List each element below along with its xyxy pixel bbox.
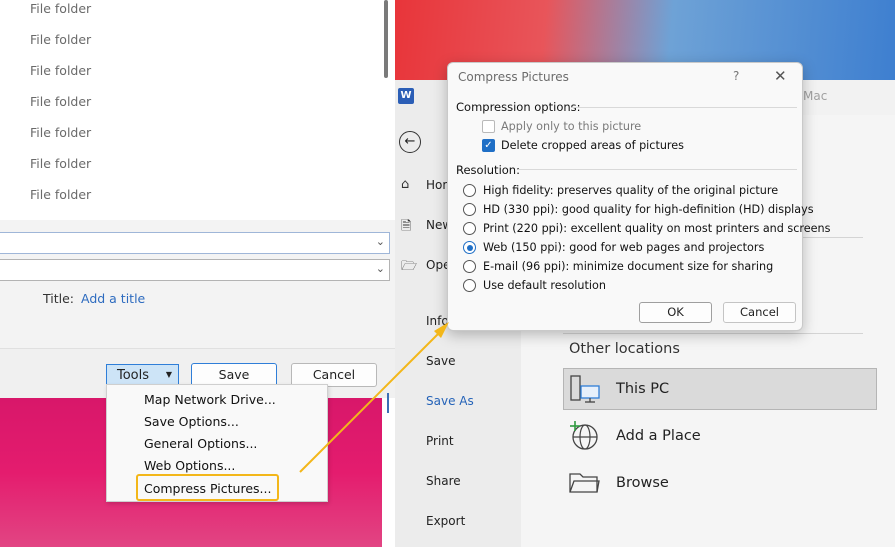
nav-item-info[interactable]: Info bbox=[426, 314, 449, 328]
dialog-title: Compress Pictures bbox=[458, 70, 569, 84]
cancel-button[interactable]: Cancel bbox=[723, 302, 796, 323]
home-icon: ⌂ bbox=[401, 177, 410, 192]
add-title-link[interactable]: Add a title bbox=[81, 291, 145, 306]
radio-hd[interactable] bbox=[463, 203, 476, 216]
list-item[interactable]: File folder bbox=[30, 156, 91, 171]
nav-item-save-as[interactable]: Save As bbox=[426, 394, 474, 408]
browse-label[interactable]: Browse bbox=[616, 475, 669, 491]
back-arrow-icon[interactable]: ← bbox=[399, 131, 421, 153]
ok-button[interactable]: OK bbox=[639, 302, 712, 323]
apply-only-checkbox[interactable] bbox=[482, 120, 495, 133]
compress-pictures-dialog: Compress Pictures ? ✕ Compression option… bbox=[447, 62, 830, 331]
radio-default[interactable] bbox=[463, 279, 476, 292]
list-item[interactable]: File folder bbox=[30, 125, 91, 140]
account-name: Mac bbox=[803, 89, 828, 103]
delete-cropped-label: Delete cropped areas of pictures bbox=[501, 139, 684, 152]
globe-add-icon bbox=[570, 421, 598, 450]
chevron-down-icon[interactable]: ⌄ bbox=[376, 262, 385, 275]
list-item[interactable]: File folder bbox=[30, 63, 91, 78]
resolution-heading: Resolution: bbox=[456, 163, 520, 177]
list-item[interactable]: File folder bbox=[30, 32, 91, 47]
add-a-place-label[interactable]: Add a Place bbox=[616, 428, 701, 444]
divider bbox=[563, 333, 863, 334]
folder-icon bbox=[569, 473, 600, 493]
radio-web[interactable] bbox=[463, 241, 476, 254]
option-hd: HD (330 ppi): good quality for high-defi… bbox=[483, 203, 814, 216]
nav-item-share[interactable]: Share bbox=[426, 474, 461, 488]
scrollbar-thumb[interactable] bbox=[384, 0, 388, 78]
location-label: This PC bbox=[616, 381, 670, 397]
title-label: Title: bbox=[43, 291, 74, 306]
location-this-pc[interactable]: This PC bbox=[563, 368, 877, 410]
word-logo-icon: W bbox=[398, 88, 414, 104]
radio-print[interactable] bbox=[463, 222, 476, 235]
option-default: Use default resolution bbox=[483, 279, 606, 292]
menu-item-save-options[interactable]: Save Options... bbox=[144, 414, 239, 429]
option-high-fidelity: High fidelity: preserves quality of the … bbox=[483, 184, 779, 197]
tools-label: Tools bbox=[117, 368, 150, 383]
radio-email[interactable] bbox=[463, 260, 476, 273]
menu-item-map-network-drive[interactable]: Map Network Drive... bbox=[144, 392, 276, 407]
computer-icon bbox=[570, 375, 600, 403]
save-as-dialog: File folder File folder File folder File… bbox=[0, 0, 395, 398]
chevron-down-icon[interactable]: ⌄ bbox=[376, 235, 385, 248]
tools-button[interactable]: Tools ▼ bbox=[106, 364, 179, 386]
file-list: File folder File folder File folder File… bbox=[0, 0, 382, 220]
menu-item-web-options[interactable]: Web Options... bbox=[144, 458, 235, 473]
nav-item-export[interactable]: Export bbox=[426, 514, 465, 528]
radio-high-fidelity[interactable] bbox=[463, 184, 476, 197]
list-item[interactable]: File folder bbox=[30, 1, 91, 16]
tools-menu: Map Network Drive... Save Options... Gen… bbox=[106, 384, 328, 502]
compression-options-heading: Compression options: bbox=[456, 100, 581, 114]
save-as-type-select[interactable]: ⌄ bbox=[0, 259, 390, 281]
close-icon[interactable]: ✕ bbox=[774, 67, 787, 85]
divider bbox=[572, 107, 797, 108]
option-print: Print (220 ppi): excellent quality on mo… bbox=[483, 222, 831, 235]
file-name-field[interactable]: ⌄ bbox=[0, 232, 390, 254]
list-item[interactable]: File folder bbox=[30, 94, 91, 109]
file-list-scrollbar[interactable] bbox=[382, 0, 390, 80]
nav-item-print[interactable]: Print bbox=[426, 434, 454, 448]
delete-cropped-checkbox[interactable]: ✓ bbox=[482, 139, 495, 152]
option-email: E-mail (96 ppi): minimize document size … bbox=[483, 260, 774, 273]
save-form: ⌄ ⌄ Title: Add a title bbox=[0, 220, 395, 348]
list-item[interactable]: File folder bbox=[30, 187, 91, 202]
apply-only-label: Apply only to this picture bbox=[501, 120, 642, 133]
highlight-box bbox=[136, 474, 279, 501]
divider bbox=[518, 169, 797, 170]
option-web: Web (150 ppi): good for web pages and pr… bbox=[483, 241, 765, 254]
dropdown-arrow-icon: ▼ bbox=[165, 370, 172, 379]
nav-item-save[interactable]: Save bbox=[426, 354, 455, 368]
help-icon[interactable]: ? bbox=[733, 69, 739, 83]
new-document-icon: 🗎 bbox=[401, 219, 412, 234]
scroll-indicator bbox=[387, 393, 389, 413]
other-locations-heading: Other locations bbox=[569, 341, 680, 357]
menu-item-general-options[interactable]: General Options... bbox=[144, 436, 257, 451]
open-folder-icon: 🗁 bbox=[401, 259, 418, 274]
